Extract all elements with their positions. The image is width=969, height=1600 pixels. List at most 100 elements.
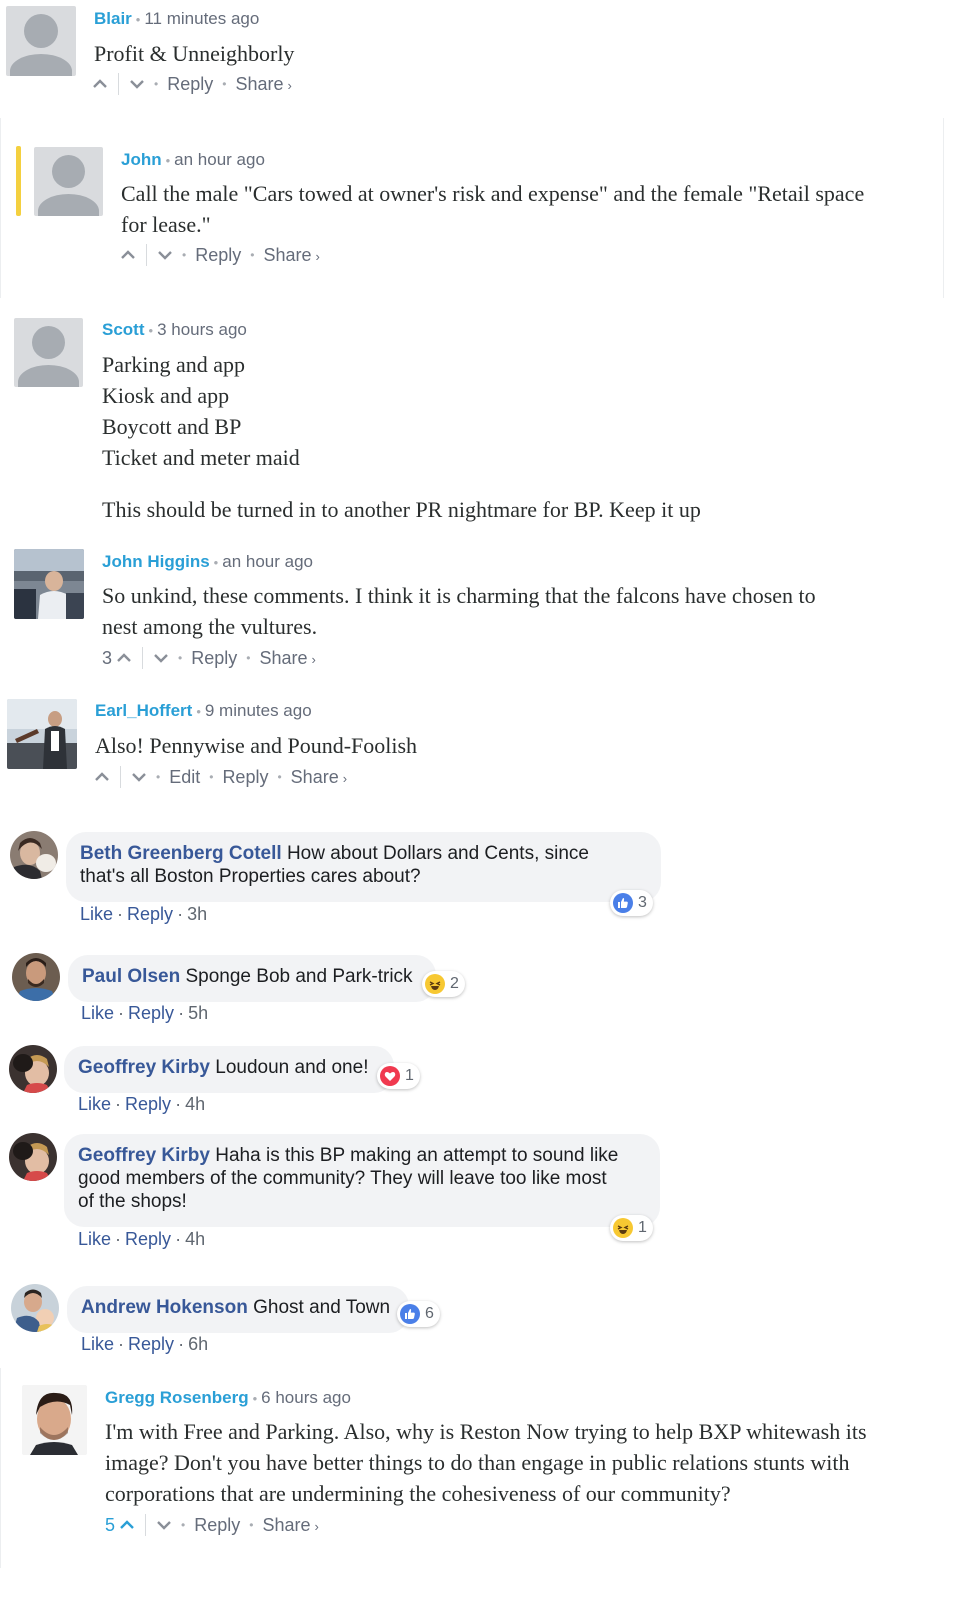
reaction-count[interactable]: 3: [610, 890, 653, 916]
avatar-photo: [9, 1133, 57, 1181]
reaction-count[interactable]: 2: [422, 971, 465, 997]
avatar[interactable]: [34, 147, 103, 216]
reply-link[interactable]: Reply: [194, 1515, 240, 1536]
like-link[interactable]: Like: [81, 1003, 114, 1023]
downvote-button[interactable]: [157, 250, 173, 260]
author-name[interactable]: Blair: [94, 9, 132, 28]
avatar[interactable]: [9, 1133, 57, 1181]
like-link[interactable]: Like: [78, 1229, 111, 1249]
avatar[interactable]: [14, 549, 84, 619]
downvote-button[interactable]: [153, 653, 169, 663]
downvote-button[interactable]: [131, 772, 147, 782]
like-link[interactable]: Like: [80, 904, 113, 924]
author-name[interactable]: Paul Olsen: [82, 966, 180, 987]
share-link[interactable]: Share ›: [259, 648, 315, 669]
avatar[interactable]: [10, 831, 58, 879]
chevron-up-icon: [117, 653, 131, 662]
author-name[interactable]: John: [121, 150, 162, 169]
avatar[interactable]: [6, 6, 76, 76]
comment-time[interactable]: 4h: [185, 1094, 205, 1114]
downvote-button[interactable]: [129, 79, 145, 89]
avatar-photo: [7, 699, 77, 769]
reply-link[interactable]: Reply: [195, 245, 241, 266]
avatar[interactable]: [12, 953, 60, 1001]
reaction-number: 1: [405, 1067, 414, 1084]
avatar[interactable]: [7, 699, 77, 769]
chevron-down-icon: [130, 80, 144, 89]
share-link[interactable]: Share ›: [291, 767, 347, 788]
comment-line: So unkind, these comments. I think it is…: [102, 583, 816, 608]
avatar[interactable]: [22, 1385, 87, 1455]
vote-count: 5: [105, 1514, 116, 1535]
upvote-button[interactable]: [116, 653, 132, 663]
reply-link[interactable]: Reply: [128, 1334, 174, 1354]
comment-actions: 5 • Reply • Share ›: [105, 1514, 319, 1536]
comment-time[interactable]: an hour ago: [222, 552, 313, 571]
comment-time[interactable]: 3h: [187, 904, 207, 924]
reply-link[interactable]: Reply: [222, 767, 268, 788]
comment-text: good members of the community? They will…: [78, 1168, 607, 1189]
author-name[interactable]: Geoffrey Kirby: [78, 1145, 210, 1166]
author-name[interactable]: Gregg Rosenberg: [105, 1388, 249, 1407]
comment-line: nest among the vultures.: [102, 614, 318, 639]
share-link[interactable]: Share ›: [235, 74, 291, 95]
reply-link[interactable]: Reply: [125, 1094, 171, 1114]
avatar-photo: [10, 831, 58, 879]
comment-text: Loudoun and one!: [215, 1057, 369, 1078]
author-name[interactable]: Scott: [102, 320, 145, 339]
reply-link[interactable]: Reply: [191, 648, 237, 669]
new-comment-indicator: [16, 146, 21, 216]
comment-text: Profit & Unneighborly: [94, 38, 294, 69]
avatar[interactable]: [11, 1284, 59, 1332]
author-name[interactable]: John Higgins: [102, 552, 210, 571]
comment-actions: 3 • Reply • Share ›: [102, 647, 316, 669]
comment-line: Ticket and meter maid: [102, 445, 300, 470]
comment-text: Parking and app Kiosk and app Boycott an…: [102, 349, 701, 525]
author-name[interactable]: Beth Greenberg Cotell: [80, 843, 282, 864]
reply-link[interactable]: Reply: [128, 1003, 174, 1023]
comment-text: I'm with Free and Parking. Also, why is …: [105, 1416, 867, 1509]
reply-link[interactable]: Reply: [127, 904, 173, 924]
comment-time[interactable]: 9 minutes ago: [205, 701, 312, 720]
author-name[interactable]: Andrew Hokenson: [81, 1297, 248, 1318]
avatar[interactable]: [9, 1045, 57, 1093]
comment-time[interactable]: 11 minutes ago: [144, 9, 259, 28]
share-link[interactable]: Share ›: [263, 245, 319, 266]
upvote-button[interactable]: [94, 772, 110, 782]
like-reaction-icon: [613, 893, 633, 913]
comment-meta: Earl_Hoffert • 9 minutes ago: [95, 701, 312, 720]
reply-link[interactable]: Reply: [125, 1229, 171, 1249]
comment-bubble: Geoffrey Kirby Loudoun and one!: [64, 1046, 394, 1093]
reaction-number: 2: [450, 975, 459, 992]
chevron-up-icon: [93, 79, 107, 88]
avatar[interactable]: [14, 318, 83, 387]
edit-link[interactable]: Edit: [169, 767, 200, 788]
comment-time[interactable]: 3 hours ago: [157, 320, 247, 339]
chevron-down-icon: [157, 1521, 171, 1530]
author-name[interactable]: Geoffrey Kirby: [78, 1057, 210, 1078]
like-link[interactable]: Like: [81, 1334, 114, 1354]
upvote-button[interactable]: [119, 1520, 135, 1530]
reaction-count[interactable]: 1: [377, 1063, 420, 1089]
downvote-button[interactable]: [156, 1520, 172, 1530]
thread-border-left: [0, 1368, 1, 1568]
upvote-button[interactable]: [120, 250, 136, 260]
comment-actions: Like · Reply · 3h: [80, 904, 208, 924]
comment-text: Ghost and Town: [253, 1297, 391, 1318]
comment-actions: Like · Reply · 5h: [81, 1003, 209, 1023]
avatar-photo: [22, 1385, 87, 1455]
like-link[interactable]: Like: [78, 1094, 111, 1114]
reply-link[interactable]: Reply: [167, 74, 213, 95]
comment-time[interactable]: 6h: [188, 1334, 208, 1354]
comment-time[interactable]: an hour ago: [174, 150, 265, 169]
comment-time[interactable]: 6 hours ago: [261, 1388, 351, 1407]
comment-text: How about Dollars and Cents, since: [286, 843, 589, 864]
upvote-button[interactable]: [92, 79, 108, 89]
reaction-count[interactable]: 6: [397, 1301, 440, 1327]
share-link[interactable]: Share ›: [262, 1515, 318, 1536]
comment-actions: • Reply • Share ›: [120, 244, 320, 266]
reaction-count[interactable]: 1: [610, 1215, 653, 1241]
comment-time[interactable]: 4h: [185, 1229, 205, 1249]
author-name[interactable]: Earl_Hoffert: [95, 701, 192, 720]
comment-time[interactable]: 5h: [188, 1003, 208, 1023]
